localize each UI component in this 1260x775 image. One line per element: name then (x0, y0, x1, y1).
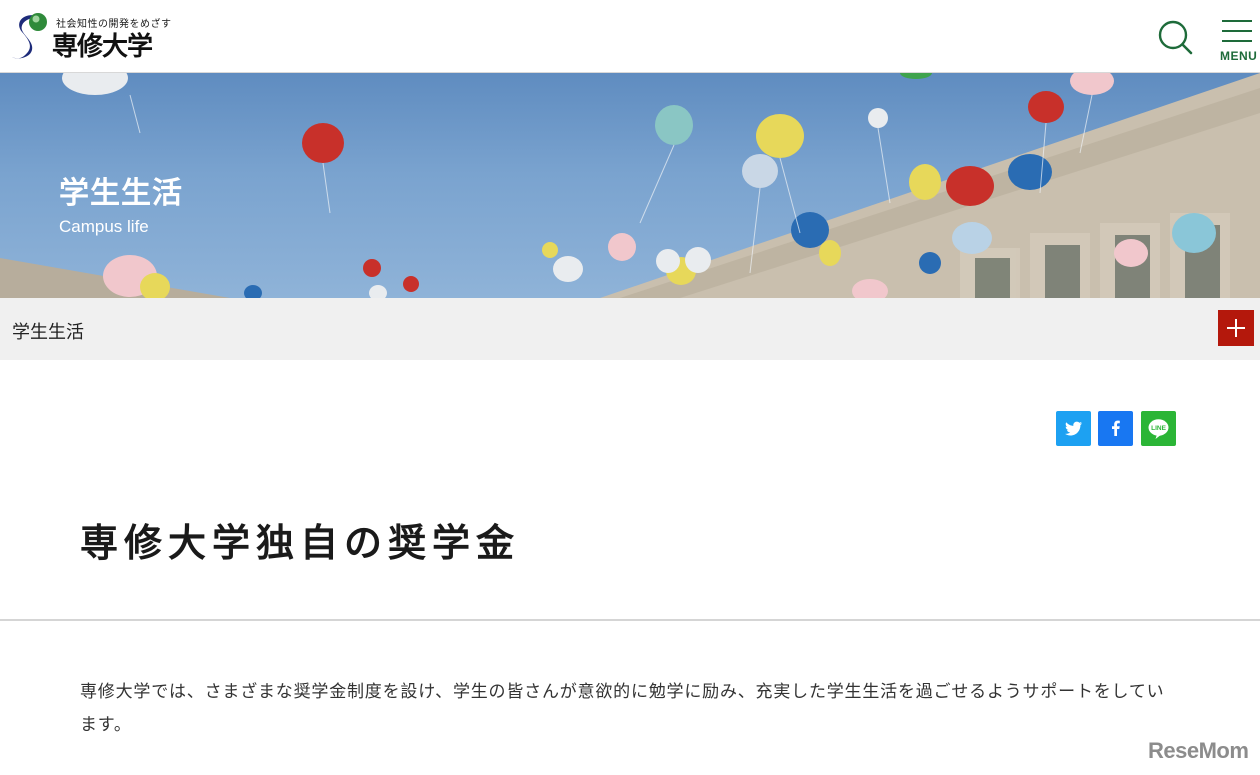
share-line-button[interactable]: LINE (1141, 411, 1176, 446)
share-facebook-button[interactable] (1098, 411, 1133, 446)
logo-mark-icon (12, 13, 47, 59)
hamburger-bar (1222, 40, 1252, 42)
section-nav-bar: 学生生活 (0, 298, 1260, 360)
facebook-icon (1112, 420, 1120, 436)
twitter-icon (1065, 421, 1082, 436)
svg-text:LINE: LINE (1151, 425, 1166, 432)
hamburger-icon (1222, 20, 1252, 22)
line-icon: LINE (1148, 419, 1169, 439)
search-button[interactable] (1156, 18, 1194, 56)
page-title: 専修大学独自の奨学金 (80, 521, 521, 565)
hamburger-bar (1222, 30, 1252, 32)
site-header: 社会知性の開発をめざす 専修大学 MENU (0, 0, 1260, 73)
section-nav-label[interactable]: 学生生活 (12, 318, 84, 344)
resemom-watermark: ReseMom (1148, 738, 1249, 763)
share-twitter-button[interactable] (1056, 411, 1091, 446)
search-icon (1158, 20, 1193, 55)
logo-name: 専修大学 (52, 32, 153, 62)
university-logo[interactable]: 社会知性の開発をめざす 専修大学 (10, 10, 180, 64)
divider (0, 619, 1260, 621)
hero-title: 学生生活 (59, 176, 183, 211)
menu-label: MENU (1220, 49, 1258, 63)
hero-banner: 学生生活 Campus life (0, 73, 1260, 298)
hero-balloons-image (0, 73, 1260, 298)
hero-subtitle: Campus life (59, 217, 149, 236)
intro-paragraph: 専修大学では、さまざまな奨学金制度を設け、学生の皆さんが意欲的に勉学に励み、充実… (80, 682, 1165, 735)
expand-toggle-button[interactable] (1218, 310, 1254, 346)
menu-button[interactable]: MENU (1216, 16, 1260, 68)
